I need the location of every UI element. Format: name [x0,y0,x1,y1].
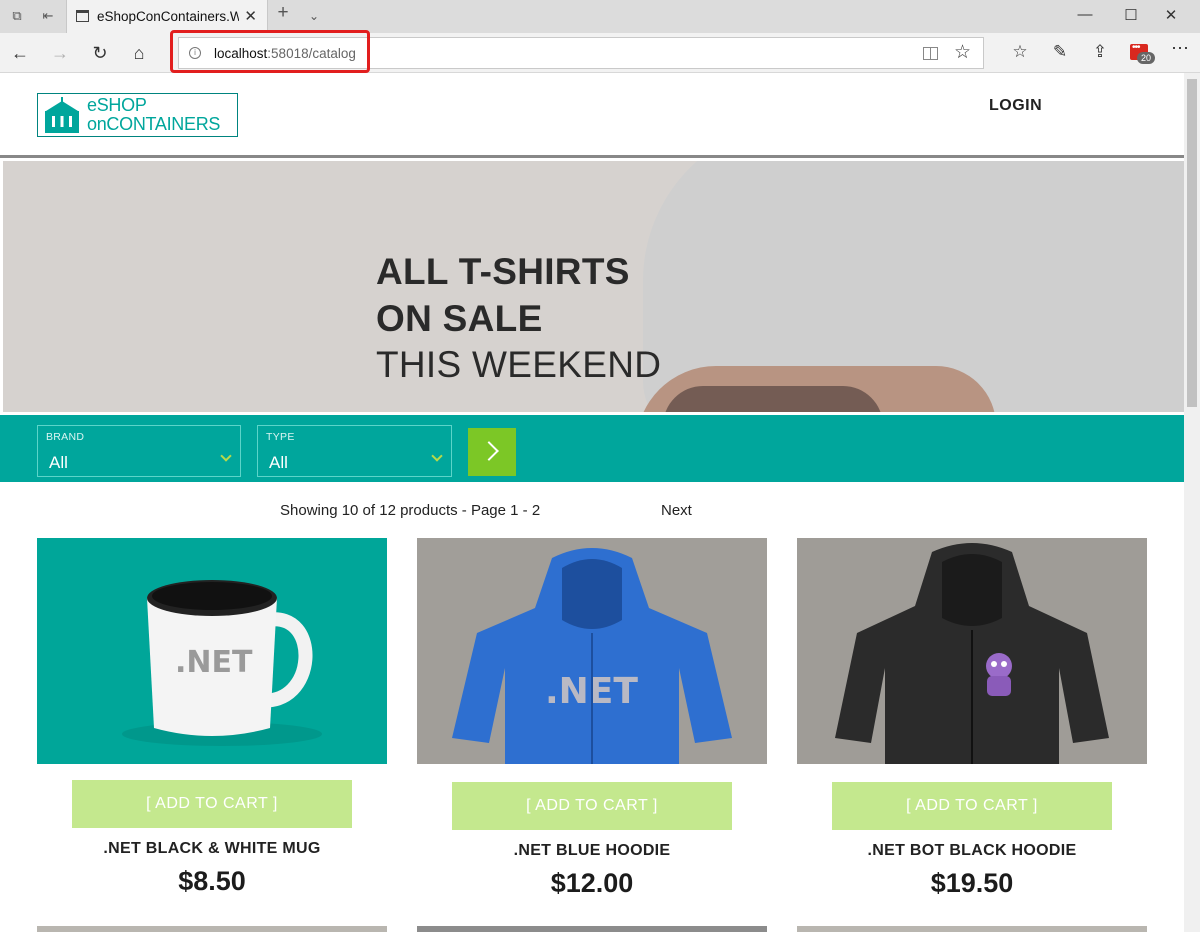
product-price: $19.50 [930,868,1014,898]
page-scrollbar[interactable] [1184,73,1200,932]
logo-line-1: eSHOP [87,95,147,115]
page-icon [76,10,89,22]
more-icon[interactable]: ⋯ [1168,38,1192,59]
blue-hoodie-illustration: .NET [417,538,767,764]
mug-image[interactable]: .NET [37,538,387,764]
hero-tattoo-image [663,386,883,412]
add-to-cart-button[interactable]: [ ADD TO CART ] [72,780,352,828]
tab-close-icon[interactable]: ✕ [244,7,257,25]
mug-illustration: .NET [122,580,322,746]
hero-banner: ALL T-SHIRTS ON SALE THIS WEEKEND [3,161,1184,412]
product-name: .NET BLUE HOODIE [513,842,671,859]
back-icon[interactable]: ← [8,41,32,65]
product-image-peek [37,926,387,932]
extension-badge: 20 [1137,52,1155,64]
hero-headline-1: ALL T-SHIRTS [376,251,630,292]
chevron-down-icon [220,450,232,462]
product-image-peek [417,926,767,932]
refresh-icon[interactable]: ↻ [88,41,112,65]
brand-select-label: BRAND [46,431,85,443]
product-price: $8.50 [178,866,246,896]
type-select-label: TYPE [266,431,295,443]
black-hoodie-image[interactable] [797,538,1147,764]
brand-select-value: All [49,453,68,472]
favorites-hub-icon[interactable]: ☆ [1008,42,1032,62]
browser-tab-active[interactable]: eShopConContainers.W ✕ [66,0,268,33]
close-window-icon[interactable]: ✕ [1156,6,1186,24]
apply-filter-button[interactable] [468,428,516,476]
chevron-right-icon [479,441,499,461]
scrollbar-thumb[interactable] [1187,79,1197,407]
chevron-down-icon [431,450,443,462]
brand-select[interactable]: BRAND All [37,425,241,477]
product-name: .NET BOT BLACK HOODIE [867,842,1077,859]
black-hoodie-illustration [797,538,1147,764]
pager-next-link[interactable]: Next [661,502,692,519]
favorite-star-icon[interactable]: ☆ [954,41,971,64]
reading-view-icon[interactable] [923,47,938,60]
set-aside-tabs-icon[interactable]: ⇤ [40,8,56,24]
new-tab-icon[interactable]: + [275,3,291,22]
share-icon[interactable]: ⇪ [1088,42,1112,62]
tab-list-chevron-icon[interactable]: ⌄ [306,8,322,24]
tab-title: eShopConContainers.W [97,9,239,24]
minimize-icon[interactable]: — [1070,6,1100,23]
hero-headline-2: ON SALE [376,298,543,339]
type-select-value: All [269,453,288,472]
logo-line-2: onCONTAINERS [87,114,221,134]
address-highlight-box [170,30,370,73]
type-select[interactable]: TYPE All [257,425,452,477]
catalog-filter-bar: BRAND All TYPE All [0,415,1184,482]
product-price: $12.00 [550,868,634,898]
store-icon [45,97,79,133]
login-link[interactable]: LOGIN [989,97,1042,115]
product-name: .NET BLACK & WHITE MUG [103,840,321,857]
blue-hoodie-image[interactable]: .NET [417,538,767,764]
logo-wordmark: eSHOP onCONTAINERS [87,96,220,134]
site-header: eSHOP onCONTAINERS LOGIN [0,73,1184,158]
site-logo[interactable]: eSHOP onCONTAINERS [37,93,238,137]
web-note-icon[interactable]: ✎ [1048,42,1072,62]
maximize-icon[interactable]: ☐ [1116,6,1146,24]
add-to-cart-button[interactable]: [ ADD TO CART ] [452,782,732,830]
svg-text:.NET: .NET [175,645,253,680]
add-to-cart-button[interactable]: [ ADD TO CART ] [832,782,1112,830]
forward-icon[interactable]: → [48,41,72,65]
hero-headline-3: THIS WEEKEND [376,344,662,385]
browser-tab-bar: ⧉ ⇤ eShopConContainers.W ✕ + ⌄ — ☐ ✕ [0,0,1200,33]
product-image-peek [797,926,1147,932]
tab-preview-icon[interactable]: ⧉ [9,8,25,24]
pager-summary: Showing 10 of 12 products - Page 1 - 2 [280,502,541,519]
home-icon[interactable]: ⌂ [127,41,151,65]
